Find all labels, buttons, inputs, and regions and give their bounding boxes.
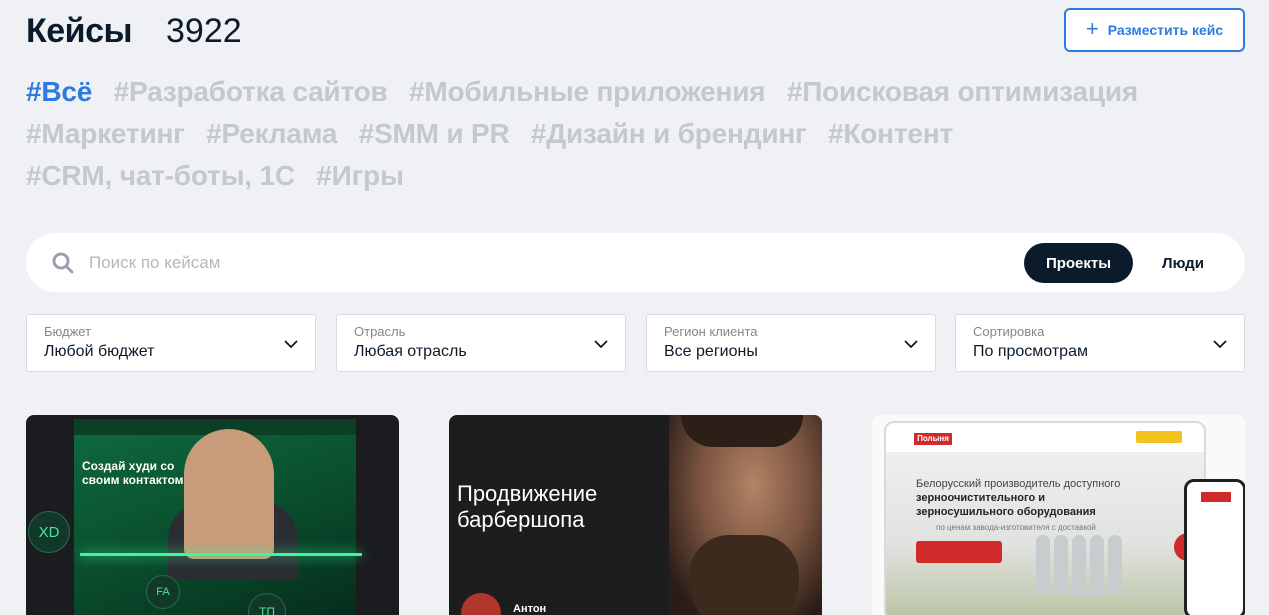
headline-bold: зерноочистительного и зерносушильного об… xyxy=(916,492,1096,518)
filter-label: Регион клиента xyxy=(664,324,758,339)
preview-mobile-logo xyxy=(1201,492,1231,502)
post-case-button[interactable]: + Разместить кейс xyxy=(1064,8,1245,52)
filters-row: Бюджет Любой бюджет Отрасль Любая отрасл… xyxy=(26,314,1245,372)
preview-site-header: Полыня xyxy=(886,423,1204,453)
tag-row: #CRM, чат-боты, 1С #Игры xyxy=(26,160,1246,202)
search-bar: Проекты Люди xyxy=(26,233,1245,292)
case-card[interactable]: Создай худи со своим контактом XD FA ТП xyxy=(26,415,399,615)
tag-web-development[interactable]: #Разработка сайтов xyxy=(114,76,388,108)
preview-glow-line xyxy=(80,553,362,556)
search-input[interactable] xyxy=(89,247,689,279)
tag-all[interactable]: #Всё xyxy=(26,76,92,108)
filter-budget[interactable]: Бюджет Любой бюджет xyxy=(26,314,316,372)
preview-mobile-mockup xyxy=(1184,479,1245,615)
chevron-down-icon xyxy=(904,340,918,349)
filter-value: По просмотрам xyxy=(973,343,1088,360)
case-preview-image: Полыня Белорусский производитель доступн… xyxy=(884,421,1206,615)
tag-advertising[interactable]: #Реклама xyxy=(206,118,337,150)
post-case-label: Разместить кейс xyxy=(1107,22,1224,38)
author-name: Антон xyxy=(513,603,547,615)
page-header: Кейсы 3922 + Разместить кейс xyxy=(26,8,1245,52)
cases-count: 3922 xyxy=(166,12,242,50)
preview-silo xyxy=(1054,535,1068,595)
search-icon xyxy=(52,252,74,274)
tag-crm-chatbots[interactable]: #CRM, чат-боты, 1С xyxy=(26,160,295,192)
case-cards: Создай худи со своим контактом XD FA ТП … xyxy=(26,415,1245,615)
preview-silo xyxy=(1072,535,1086,595)
preview-beard xyxy=(689,535,799,615)
tag-marketing[interactable]: #Маркетинг xyxy=(26,118,185,150)
headline-plain: Белорусский производитель доступного xyxy=(916,478,1121,490)
segment-people[interactable]: Люди xyxy=(1143,243,1223,283)
case-preview-headline: Создай худи со своим контактом xyxy=(82,459,184,487)
filter-region[interactable]: Регион клиента Все регионы xyxy=(646,314,936,372)
page-title: Кейсы xyxy=(26,12,133,50)
filter-label: Бюджет xyxy=(44,324,92,339)
filter-value: Любая отрасль xyxy=(354,343,467,360)
preview-silo xyxy=(1108,535,1122,595)
tag-row: #Всё #Разработка сайтов #Мобильные прило… xyxy=(26,76,1246,118)
case-card[interactable]: Продвижение барбершопа Антон xyxy=(449,415,822,615)
xd-badge-icon: XD xyxy=(28,511,70,553)
tag-content[interactable]: #Контент xyxy=(828,118,953,150)
author-avatar xyxy=(461,593,501,615)
filter-label: Сортировка xyxy=(973,324,1045,339)
case-preview-headline: Продвижение барбершопа xyxy=(457,481,598,532)
tag-row: #Маркетинг #Реклама #SMM и PR #Дизайн и … xyxy=(26,118,1246,160)
segment-projects[interactable]: Проекты xyxy=(1024,243,1133,283)
fa-badge-icon: FA xyxy=(146,575,180,609)
tag-games[interactable]: #Игры xyxy=(316,160,404,192)
filter-value: Любой бюджет xyxy=(44,343,155,360)
plus-icon: + xyxy=(1085,16,1099,41)
preview-callback-button xyxy=(1136,431,1182,443)
filter-value: Все регионы xyxy=(664,343,758,360)
category-tags: #Всё #Разработка сайтов #Мобильные прило… xyxy=(26,76,1246,202)
filter-industry[interactable]: Отрасль Любая отрасль xyxy=(336,314,626,372)
preview-site-logo: Полыня xyxy=(914,433,952,445)
tag-design-branding[interactable]: #Дизайн и брендинг xyxy=(531,118,807,150)
preview-person xyxy=(184,429,274,559)
tag-seo[interactable]: #Поисковая оптимизация xyxy=(787,76,1138,108)
preview-silo xyxy=(1036,535,1050,595)
preview-hair xyxy=(681,415,803,447)
preview-subline: по ценам завода-изготовителя с доставкой xyxy=(936,523,1096,532)
tag-mobile-apps[interactable]: #Мобильные приложения xyxy=(409,76,766,108)
case-preview-headline: Белорусский производитель доступного зер… xyxy=(916,477,1136,519)
filter-sort[interactable]: Сортировка По просмотрам xyxy=(955,314,1245,372)
preview-silo xyxy=(1090,535,1104,595)
preview-cta-button xyxy=(916,541,1002,563)
chevron-down-icon xyxy=(1213,340,1227,349)
filter-label: Отрасль xyxy=(354,324,406,339)
chevron-down-icon xyxy=(594,340,608,349)
chevron-down-icon xyxy=(284,340,298,349)
case-card[interactable]: Полыня Белорусский производитель доступн… xyxy=(872,415,1245,615)
tag-smm-pr[interactable]: #SMM и PR xyxy=(359,118,510,150)
